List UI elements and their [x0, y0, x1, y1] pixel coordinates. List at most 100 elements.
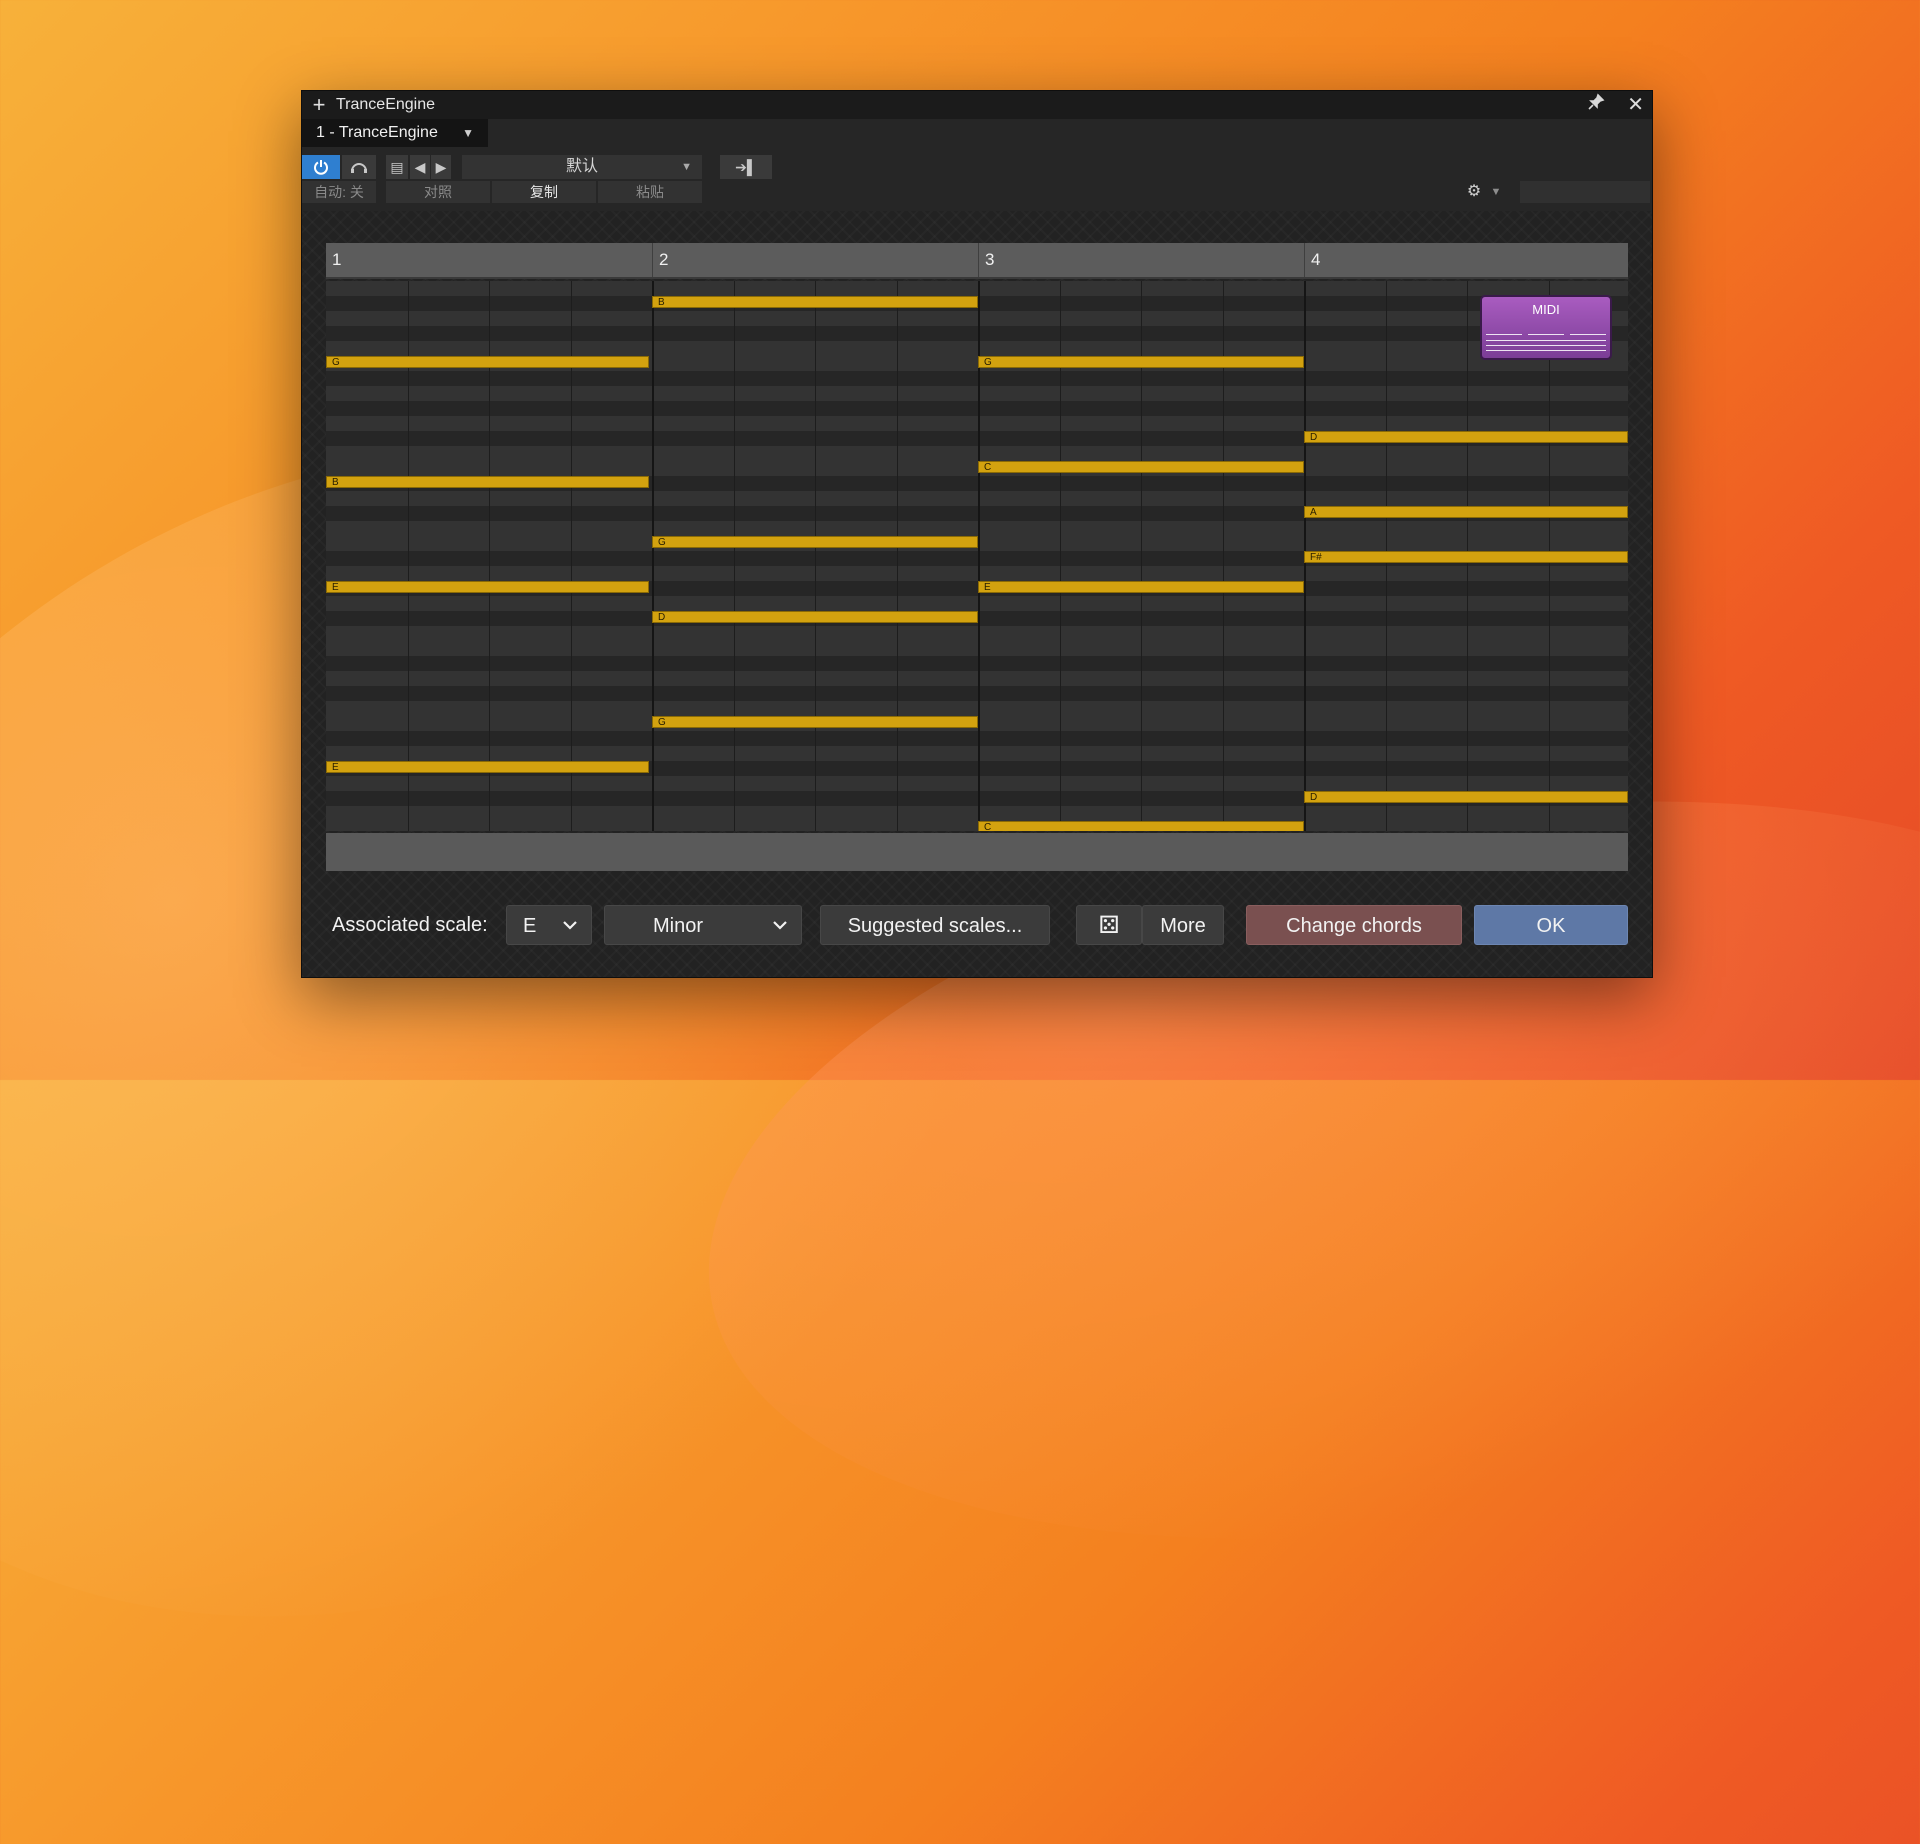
grid-row [326, 656, 1628, 671]
paste-button[interactable]: 粘贴 [598, 181, 702, 203]
close-icon[interactable]: ✕ [1627, 91, 1644, 119]
preset-select[interactable]: 默认 ▼ [462, 155, 702, 179]
grid-row [326, 701, 1628, 716]
triangle-right-icon: ▶ [435, 159, 447, 175]
add-icon[interactable]: + [302, 91, 336, 119]
beat-line [897, 281, 898, 831]
grid-row [326, 401, 1628, 416]
bar-3-label: 3 [978, 243, 1304, 277]
note[interactable]: D [1304, 791, 1628, 803]
grid-row [326, 281, 1628, 296]
grid-row [326, 386, 1628, 401]
note[interactable]: F# [1304, 551, 1628, 563]
headphones-icon [351, 163, 367, 173]
bottom-controls: Associated scale: E Minor Suggested scal… [302, 903, 1652, 947]
settings-field [1520, 181, 1650, 203]
piano-roll-grid[interactable]: G B E E B G D G G C E C D A F# D [326, 281, 1628, 831]
scale-root-value: E [523, 915, 537, 937]
prev-preset-button[interactable]: ◀ [410, 155, 430, 179]
preset-browser-button[interactable]: ▤ [386, 155, 408, 179]
grid-row [326, 461, 1628, 476]
grid-row [326, 521, 1628, 536]
grid-row [326, 371, 1628, 386]
arrow-to-bar-icon: ➔▌ [735, 159, 757, 175]
grid-row [326, 311, 1628, 326]
grid-row [326, 776, 1628, 791]
chevron-down-icon[interactable]: ▼ [1488, 181, 1504, 203]
power-icon [314, 160, 328, 175]
beat-line [734, 281, 735, 831]
triangle-left-icon: ◀ [414, 159, 426, 175]
chevron-down-icon: ▼ [681, 161, 692, 173]
compare-button[interactable]: 对照 [386, 181, 490, 203]
grid-row [326, 686, 1628, 701]
velocity-strip[interactable] [326, 833, 1628, 871]
instrument-select-label: 1 - TranceEngine [316, 124, 438, 141]
ok-button[interactable]: OK [1474, 905, 1628, 945]
grid-row [326, 416, 1628, 431]
monitor-button[interactable] [342, 155, 376, 179]
window-title: TranceEngine [336, 96, 436, 113]
preset-toolbar: ▤ ◀ ▶ 默认 ▼ ➔▌ [302, 155, 1652, 179]
note[interactable]: E [326, 761, 649, 773]
send-to-track-button[interactable]: ➔▌ [720, 155, 772, 179]
note[interactable]: G [326, 356, 649, 368]
grid-row [326, 491, 1628, 506]
bar-1-label: 1 [332, 250, 342, 269]
note[interactable]: D [1304, 431, 1628, 443]
grid-row [326, 671, 1628, 686]
grid-row [326, 596, 1628, 611]
grid-row [326, 731, 1628, 746]
scale-mode-select[interactable]: Minor [604, 905, 802, 945]
timeline-ruler[interactable]: 1 2 3 4 [326, 243, 1628, 279]
power-button[interactable] [302, 155, 340, 179]
chevron-down-icon [563, 906, 577, 946]
preset-name: 默认 [565, 158, 598, 175]
randomize-button[interactable]: ⚄ [1076, 905, 1142, 945]
next-preset-button[interactable]: ▶ [431, 155, 451, 179]
associated-scale-label: Associated scale: [332, 914, 488, 936]
bar-2-label: 2 [652, 243, 978, 277]
midi-notes-icon [1486, 332, 1606, 352]
note[interactable]: B [326, 476, 649, 488]
note[interactable]: C [978, 821, 1304, 831]
grid-row [326, 341, 1628, 356]
grid-row [326, 626, 1628, 641]
midi-label: MIDI [1532, 302, 1560, 317]
note[interactable]: E [326, 581, 649, 593]
copy-button[interactable]: 复制 [492, 181, 596, 203]
grid-row [326, 566, 1628, 581]
note[interactable]: B [652, 296, 978, 308]
document-icon: ▤ [390, 159, 404, 175]
change-chords-button[interactable]: Change chords [1246, 905, 1462, 945]
grid-row [326, 326, 1628, 341]
pin-icon[interactable] [1587, 91, 1605, 119]
note[interactable]: E [978, 581, 1304, 593]
scale-root-select[interactable]: E [506, 905, 592, 945]
grid-row [326, 806, 1628, 821]
midi-drag-button[interactable]: MIDI [1480, 295, 1612, 360]
note[interactable]: A [1304, 506, 1628, 518]
title-bar: + TranceEngine ✕ [302, 91, 1652, 119]
more-button[interactable]: More [1142, 905, 1224, 945]
chevron-down-icon: ▼ [462, 126, 474, 140]
grid-row [326, 446, 1628, 461]
grid-row [326, 821, 1628, 831]
note[interactable]: G [652, 536, 978, 548]
note[interactable]: C [978, 461, 1304, 473]
bar-4-label: 4 [1304, 243, 1628, 277]
instrument-select[interactable]: 1 - TranceEngine ▼ [302, 119, 488, 147]
bar-line [652, 281, 654, 831]
chevron-down-icon [773, 906, 787, 946]
gear-icon[interactable]: ⚙ [1462, 181, 1486, 203]
automation-toggle[interactable]: 自动: 关 [302, 181, 376, 203]
beat-line [815, 281, 816, 831]
note[interactable]: G [652, 716, 978, 728]
grid-row [326, 746, 1628, 761]
note[interactable]: G [978, 356, 1304, 368]
scale-mode-value: Minor [653, 915, 704, 937]
suggested-scales-button[interactable]: Suggested scales... [820, 905, 1050, 945]
plugin-window: + TranceEngine ✕ 1 - TranceEngine ▼ ▤ ◀ … [301, 90, 1653, 978]
dice-icon: ⚄ [1098, 912, 1120, 939]
note[interactable]: D [652, 611, 978, 623]
